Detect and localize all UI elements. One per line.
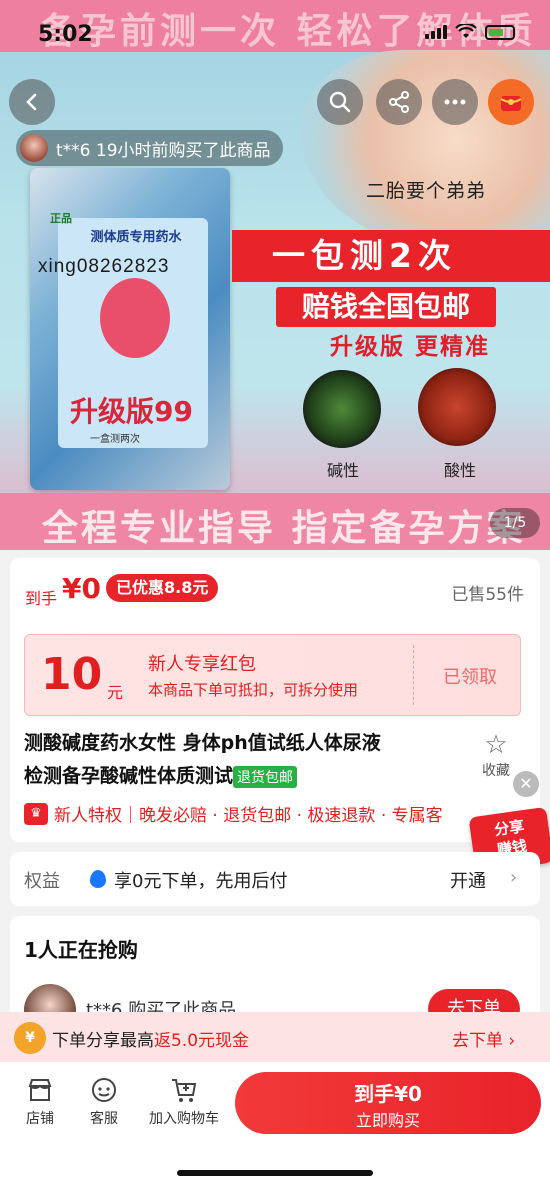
coupon-unit: 元 <box>107 683 124 702</box>
star-icon: ☆ <box>484 730 508 760</box>
hero-bottom-banner-text: 全程专业指导 指定备孕方案 <box>42 508 526 549</box>
return-shipping-tag: 退货包邮 <box>233 765 298 788</box>
store-icon <box>28 1079 52 1101</box>
price-card: 到手 ¥0 已优惠8.8元 已售55件 10 元 新人专享红包 本商品下单可抵扣… <box>10 558 540 842</box>
rights-text: 享0元下单，先用后付 <box>114 871 288 892</box>
more-button[interactable] <box>432 79 478 125</box>
service-perks[interactable]: ♛ 新人特权｜晚发必赔 · 退货包邮 · 极速退款 · 专属客 <box>24 801 534 826</box>
search-icon <box>329 91 351 113</box>
tab-store[interactable]: 店铺 <box>22 1076 58 1128</box>
chevron-right-icon: › <box>510 867 518 888</box>
water-drop-icon <box>90 870 106 888</box>
buy-now-button[interactable]: 到手¥0 立即购买 <box>235 1072 541 1134</box>
wifi-icon <box>455 24 477 38</box>
alkaline-label: 碱性 <box>327 461 360 480</box>
tab-service-label: 客服 <box>90 1111 118 1127</box>
promo-order-link[interactable]: 去下单 › <box>452 1026 515 1051</box>
coupon-desc: 本商品下单可抵扣，可拆分使用 <box>148 681 359 699</box>
coin-icon: ¥ <box>14 1022 46 1054</box>
search-button[interactable] <box>317 79 363 125</box>
chevron-left-icon <box>26 93 37 111</box>
page-indicator: 1/5 <box>490 508 540 538</box>
new-user-coupon[interactable]: 10 元 新人专享红包 本商品下单可抵扣，可拆分使用 已领取 <box>24 634 521 716</box>
tab-add-to-cart[interactable]: 加入购物车 <box>146 1076 222 1128</box>
sold-count: 已售55件 <box>451 585 524 605</box>
tab-service[interactable]: 客服 <box>86 1076 122 1128</box>
final-price: ¥0 <box>62 572 101 605</box>
coupon-title: 新人专享红包 <box>148 654 256 675</box>
coupon-divider <box>413 645 414 705</box>
cellular-signal-icon <box>425 25 447 39</box>
packet-small-text: 一盒测两次 <box>90 434 140 445</box>
recent-buyer-toast: t**6 19小时前购买了此商品 <box>16 130 283 166</box>
status-icons <box>425 24 515 40</box>
battery-icon <box>485 24 515 40</box>
crown-icon: ♛ <box>24 802 48 825</box>
more-dots-icon <box>444 99 466 105</box>
packet-tag: 正品 <box>50 212 72 225</box>
coupon-status: 已领取 <box>443 667 497 688</box>
red-packet-button[interactable] <box>488 79 534 125</box>
customer-service-icon <box>92 1078 116 1102</box>
tab-store-label: 店铺 <box>26 1111 54 1127</box>
share-button[interactable] <box>376 79 422 125</box>
status-time: 5:02 <box>38 22 93 47</box>
share-cashback-strip[interactable]: ¥ 下单分享最高返5.0元现金 去下单 › <box>0 1012 550 1062</box>
acid-dish <box>418 368 496 446</box>
rights-card[interactable]: 权益 享0元下单，先用后付 开通 › <box>10 852 540 906</box>
promo-free-shipping: 赔钱全国包邮 <box>276 287 496 327</box>
buyer-avatar <box>20 134 48 162</box>
alkaline-dish <box>303 370 381 448</box>
buy-now-label: 立即购买 <box>355 1111 420 1130</box>
back-button[interactable] <box>9 79 55 125</box>
hero-bottom-banner: 全程专业指导 指定备孕方案 <box>0 493 550 550</box>
cartoon-girl <box>100 278 170 358</box>
rights-label: 权益 <box>24 871 60 892</box>
promo-text-highlight: 返5.0元现金 <box>154 1031 250 1051</box>
close-icon[interactable]: ✕ <box>513 771 539 797</box>
coupon-amount: 10 <box>41 649 103 700</box>
promo-text-prefix: 下单分享最高 <box>52 1031 154 1051</box>
packet-version: 升级版99 <box>70 395 193 428</box>
acid-label: 酸性 <box>444 461 477 480</box>
cart-add-icon <box>172 1079 197 1102</box>
promo-big-red: 一包测2次 <box>232 230 550 282</box>
packet-title: 测体质专用药水 <box>90 230 182 245</box>
product-page: 备孕前测一次 轻松了解体质 二胎要个弟弟 正品 测体质专用药水 升级版99 一盒… <box>0 0 550 1190</box>
buy-price-text: 到手¥0 <box>354 1082 422 1106</box>
second-child-text: 二胎要个弟弟 <box>366 180 487 202</box>
share-icon <box>389 91 409 113</box>
rush-title: 1人正在抢购 <box>24 938 138 962</box>
home-indicator[interactable] <box>177 1170 373 1176</box>
product-packet: 正品 测体质专用药水 升级版99 一盒测两次 <box>30 168 230 490</box>
rights-open-button[interactable]: 开通 <box>450 867 486 893</box>
final-price-label: 到手 <box>25 589 58 608</box>
favorite-label: 收藏 <box>482 763 510 779</box>
discount-badge: 已优惠8.8元 <box>106 574 219 602</box>
upgrade-text: 升级版 更精准 <box>330 334 491 360</box>
product-title-text: 检测备孕酸碱性体质测试 <box>24 765 234 787</box>
recent-buyer-text: t**6 19小时前购买了此商品 <box>56 140 271 161</box>
red-packet-icon <box>500 96 522 111</box>
promo-text: 下单分享最高返5.0元现金 <box>52 1026 249 1051</box>
favorite-button[interactable]: ☆ 收藏 <box>476 730 516 780</box>
tab-add-to-cart-label: 加入购物车 <box>149 1111 219 1127</box>
product-title-line2: 检测备孕酸碱性体质测试 退货包邮 <box>24 761 298 788</box>
watermark: xing08262823 <box>38 256 170 277</box>
product-title-line1: 测酸碱度药水女性 身体ph值试纸人体尿液 <box>24 732 381 754</box>
perks-text: 新人特权｜晚发必赔 · 退货包邮 · 极速退款 · 专属客 <box>54 806 443 826</box>
